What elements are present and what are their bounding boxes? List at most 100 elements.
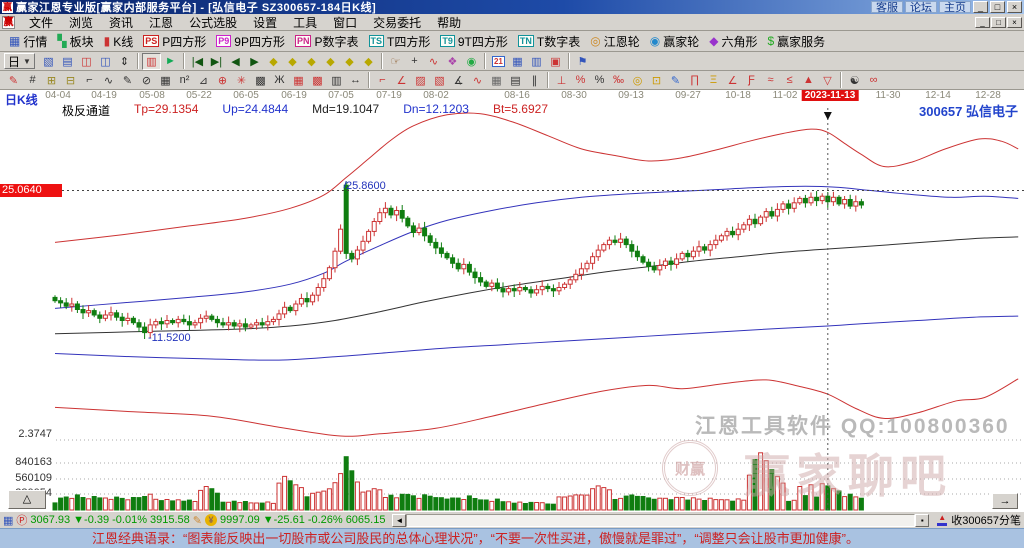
- calendar-icon[interactable]: 21: [489, 53, 508, 70]
- gold-under-icon[interactable]: Ξ: [704, 72, 723, 89]
- le-angle-icon[interactable]: ≤: [780, 72, 799, 89]
- pen-tool-icon[interactable]: ✎: [4, 72, 23, 89]
- menu-item-5[interactable]: 公式选股: [181, 13, 245, 32]
- p9-square-button[interactable]: P9 9P四方形: [211, 32, 290, 50]
- gann-base2-icon[interactable]: ⊟: [61, 72, 80, 89]
- zoom-left-icon[interactable]: ◆: [264, 53, 283, 70]
- titlebar-link-1[interactable]: 客服: [871, 1, 903, 14]
- edit-icon[interactable]: ✎: [193, 514, 202, 527]
- box-corner-icon[interactable]: ⌐: [373, 72, 392, 89]
- menu-item-9[interactable]: 交易委托: [365, 13, 429, 32]
- hand-icon[interactable]: ☞: [386, 53, 405, 70]
- skip-last-icon[interactable]: ▶|: [207, 53, 226, 70]
- minimize-button[interactable]: _: [973, 1, 988, 13]
- menu-item-3[interactable]: 资讯: [101, 13, 141, 32]
- wave-red-icon[interactable]: ∿: [468, 72, 487, 89]
- child-restore-button[interactable]: □: [991, 16, 1006, 28]
- menu-item-8[interactable]: 窗口: [325, 13, 365, 32]
- infinity-icon[interactable]: ∞: [864, 72, 883, 89]
- candle-type-icon[interactable]: ⇕: [115, 53, 134, 70]
- menu-item-7[interactable]: 工具: [285, 13, 325, 32]
- dragon-icon[interactable]: ◉: [462, 53, 481, 70]
- menu-item-6[interactable]: 设置: [245, 13, 285, 32]
- p-table-button[interactable]: PN P数字表: [290, 32, 364, 50]
- cursor-angle-icon[interactable]: ⊿: [194, 72, 213, 89]
- span-arrows-icon[interactable]: ↔: [346, 72, 365, 89]
- titlebar-link-2[interactable]: 论坛: [905, 1, 937, 14]
- gann-wheel-button[interactable]: ◎ 江恩轮: [585, 32, 645, 50]
- black-grid-icon[interactable]: ▥: [327, 72, 346, 89]
- kline-blue-icon[interactable]: ◫: [96, 53, 115, 70]
- sectors-button[interactable]: ▚ 板块: [52, 32, 98, 50]
- tri-down-icon[interactable]: ▽: [818, 72, 837, 89]
- perp-red-icon[interactable]: ⊥: [552, 72, 571, 89]
- calculator-icon[interactable]: ▦: [508, 53, 527, 70]
- gold-circle-icon[interactable]: ◎: [628, 72, 647, 89]
- yinyang-icon[interactable]: ☯: [845, 72, 864, 89]
- export-icon[interactable]: ⚑: [573, 53, 592, 70]
- t-square-button[interactable]: TS T四方形: [364, 32, 436, 50]
- skip-first-icon[interactable]: |◀: [188, 53, 207, 70]
- t-table-button[interactable]: TN T数字表: [513, 32, 585, 50]
- chart-style-icon[interactable]: ▧: [39, 53, 58, 70]
- shade-box-icon[interactable]: ▩: [251, 72, 270, 89]
- scroll-right-button[interactable]: →: [992, 493, 1018, 509]
- shade-red2-icon[interactable]: ▧: [430, 72, 449, 89]
- red-grid2-icon[interactable]: ▩: [308, 72, 327, 89]
- parallel-icon[interactable]: ∥: [525, 72, 544, 89]
- gann-base-icon[interactable]: ⊞: [42, 72, 61, 89]
- gann-tag-icon[interactable]: ❖: [443, 53, 462, 70]
- comb-grid-icon[interactable]: #: [23, 72, 42, 89]
- n2-tool-icon[interactable]: n²: [175, 72, 194, 89]
- angle2-icon[interactable]: ∡: [449, 72, 468, 89]
- notes-icon[interactable]: ▥: [527, 53, 546, 70]
- zoom-cross-icon[interactable]: ◆: [321, 53, 340, 70]
- curve-tool-icon[interactable]: ∿: [99, 72, 118, 89]
- kline-window-icon[interactable]: ▥: [141, 52, 161, 70]
- target-red-icon[interactable]: ⊕: [213, 72, 232, 89]
- play-flag-icon[interactable]: ►: [161, 53, 180, 70]
- pct-icon[interactable]: %: [590, 72, 609, 89]
- zoom-wide-icon[interactable]: ◆: [302, 53, 321, 70]
- kline-red-icon[interactable]: ◫: [77, 53, 96, 70]
- scrollbar-right-arrow[interactable]: ▪: [915, 513, 930, 527]
- pct-strike-icon[interactable]: %: [571, 72, 590, 89]
- menu-item-10[interactable]: 帮助: [429, 13, 469, 32]
- restore-button[interactable]: □: [990, 1, 1005, 13]
- boxes-icon[interactable]: ▤: [506, 72, 525, 89]
- hexagon-button[interactable]: ◆ 六角形: [704, 32, 762, 50]
- winner-wheel-button[interactable]: ◉ 赢家轮: [645, 32, 705, 50]
- ink-pen-icon[interactable]: ✎: [666, 72, 685, 89]
- menu-item-1[interactable]: 文件: [21, 13, 61, 32]
- fan-red-icon[interactable]: ∠: [392, 72, 411, 89]
- starburst-icon[interactable]: ✳: [232, 72, 251, 89]
- pen2-tool-icon[interactable]: ✎: [118, 72, 137, 89]
- service-button[interactable]: $ 赢家服务: [762, 32, 830, 50]
- quotes-button[interactable]: ▦ 行情: [4, 32, 52, 50]
- scrollbar-left-arrow[interactable]: ◄: [392, 513, 407, 527]
- child-close-button[interactable]: ×: [1007, 16, 1022, 28]
- flag-line-icon[interactable]: ⌐: [80, 72, 99, 89]
- quote-grid-icon[interactable]: ▦: [3, 514, 13, 527]
- crosshair-icon[interactable]: +: [405, 53, 424, 70]
- kline-button[interactable]: ▮ K线: [99, 32, 139, 50]
- dense-grid-icon[interactable]: ▦: [156, 72, 175, 89]
- box-top-icon[interactable]: ∏: [685, 72, 704, 89]
- prev-bar-icon[interactable]: ◀: [226, 53, 245, 70]
- fine-grid-icon[interactable]: ▦: [487, 72, 506, 89]
- f-angle-icon[interactable]: Ƒ: [742, 72, 761, 89]
- close-button[interactable]: ×: [1007, 1, 1022, 13]
- tick-feed-label[interactable]: 收300657分笔: [951, 512, 1021, 528]
- expand-pane-button[interactable]: △: [8, 490, 46, 509]
- zoom-out-icon[interactable]: ◆: [359, 53, 378, 70]
- gold-box-icon[interactable]: ⊡: [647, 72, 666, 89]
- child-minimize-button[interactable]: _: [975, 16, 990, 28]
- red-grid-icon[interactable]: ▦: [289, 72, 308, 89]
- circle-cut-icon[interactable]: ⊘: [137, 72, 156, 89]
- menu-item-2[interactable]: 浏览: [61, 13, 101, 32]
- k-mark-icon[interactable]: Ж: [270, 72, 289, 89]
- shade-red-icon[interactable]: ▨: [411, 72, 430, 89]
- menu-item-4[interactable]: 江恩: [141, 13, 181, 32]
- trend-mark-icon[interactable]: ∿: [424, 53, 443, 70]
- scrollbar-track[interactable]: [406, 513, 916, 527]
